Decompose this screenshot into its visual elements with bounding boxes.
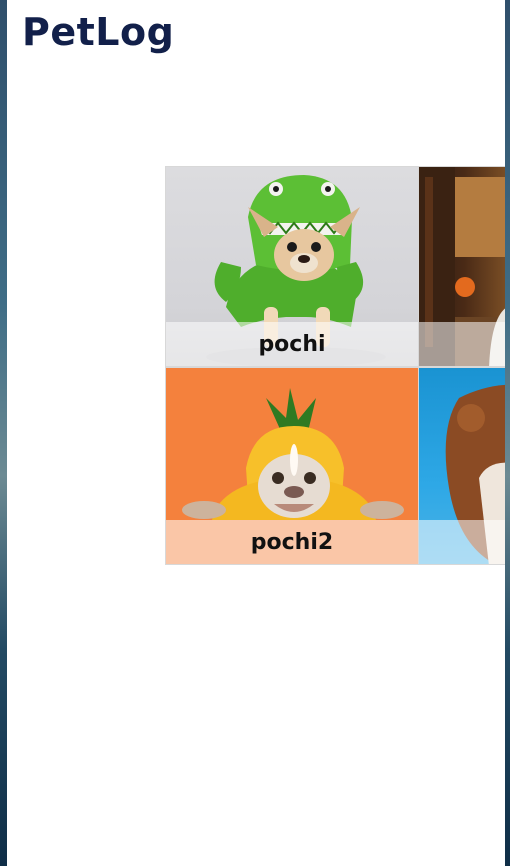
pet-name: pochi2 xyxy=(166,520,418,564)
pet-card[interactable]: pochi xyxy=(165,166,419,367)
pet-name xyxy=(419,520,505,564)
pet-name: pochi xyxy=(166,322,418,366)
pet-card[interactable] xyxy=(418,166,505,367)
pet-card[interactable]: pochi2 xyxy=(165,367,419,565)
pet-name xyxy=(419,322,505,366)
pet-grid: pochi pochi2 xyxy=(165,166,505,566)
pet-card[interactable] xyxy=(418,367,505,565)
app-window: PetLog pochi pochi2 xyxy=(7,0,505,866)
app-title: PetLog xyxy=(22,10,175,54)
